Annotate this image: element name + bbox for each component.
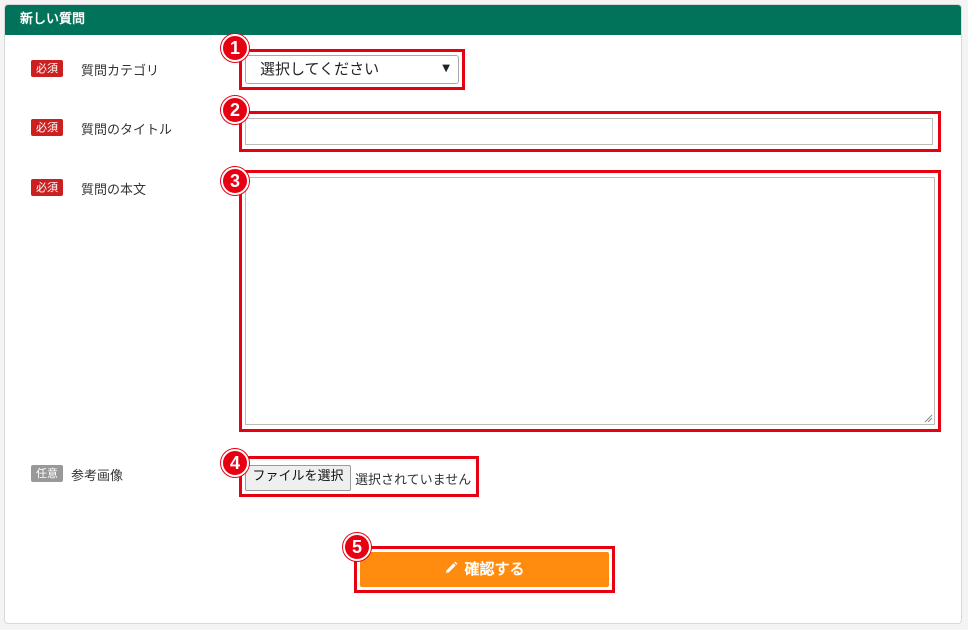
- step-marker-3: 3: [221, 167, 249, 195]
- category-select-value: 選択してください: [260, 60, 380, 78]
- required-badge: 必須: [31, 119, 63, 136]
- body-textarea[interactable]: [245, 177, 935, 425]
- step-marker-4: 4: [221, 449, 249, 477]
- pencil-icon: [446, 561, 458, 573]
- resize-grip-icon[interactable]: [924, 414, 933, 423]
- body-label: 質問の本文: [81, 183, 147, 198]
- optional-badge: 任意: [31, 465, 63, 482]
- step-marker-5: 5: [343, 533, 371, 561]
- choose-file-button[interactable]: ファイルを選択: [245, 465, 351, 491]
- category-label: 質問カテゴリ: [81, 64, 160, 79]
- title-label: 質問のタイトル: [81, 123, 173, 138]
- file-status-text: 選択されていません: [355, 473, 472, 488]
- step-marker-1: 1: [221, 34, 249, 62]
- required-badge: 必須: [31, 60, 63, 77]
- chevron-down-icon: ▼: [442, 63, 450, 74]
- panel-title: 新しい質問: [5, 5, 961, 35]
- title-input[interactable]: [245, 118, 933, 145]
- question-form-panel: 新しい質問 必須 質問カテゴリ 選択してください ▼ 1 必須 質問のタイトル …: [4, 4, 962, 624]
- confirm-button[interactable]: 確認する: [360, 552, 609, 587]
- image-label: 参考画像: [71, 469, 124, 484]
- required-badge: 必須: [31, 179, 63, 196]
- category-select[interactable]: 選択してください ▼: [245, 55, 459, 84]
- confirm-button-label: 確認する: [464, 560, 525, 578]
- step-marker-2: 2: [221, 96, 249, 124]
